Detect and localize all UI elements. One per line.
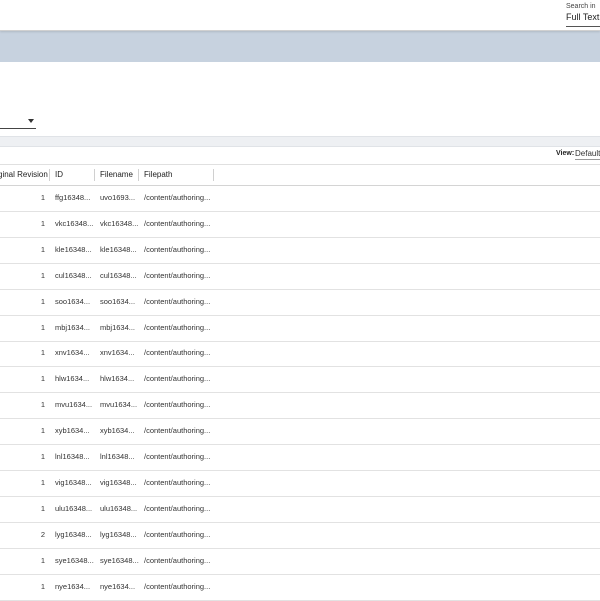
cell-filepath: /content/authoring...	[144, 374, 211, 384]
table-row[interactable]: 1 ffg16348... uvo1693... /content/authoring…	[0, 185, 600, 212]
cell-id: ffg16348...	[55, 193, 91, 202]
column-divider[interactable]	[94, 169, 95, 181]
table-row[interactable]: 1 kle16348... kle16348... /content/authorin…	[0, 237, 600, 264]
cell-revision: 1	[40, 426, 45, 436]
view-select[interactable]: Default	[575, 149, 600, 160]
cell-filename: kle16348...	[100, 244, 137, 254]
chevron-down-icon	[28, 119, 34, 123]
cell-revision: 1	[40, 452, 45, 461]
cell-filename: sye16348...	[100, 555, 139, 565]
cell-filename: vig16348...	[100, 477, 137, 487]
cell-revision: 1	[40, 477, 45, 487]
cell-id: kle16348...	[55, 244, 92, 254]
cell-filename: xyb1634...	[100, 426, 135, 436]
cell-filepath: /content/authoring...	[144, 270, 211, 280]
toolbar-band	[0, 136, 600, 147]
cell-revision: 1	[40, 244, 45, 254]
cell-revision: 1	[40, 581, 45, 591]
column-header-original-revision[interactable]: ginal Revision	[0, 165, 48, 185]
cell-id: vig16348...	[55, 477, 92, 487]
table-row[interactable]: 1 xnv1634... xnv1634... /content/authoring.…	[0, 340, 600, 368]
table-row[interactable]: 1 mbj1634... mbj1634... /content/authoring.…	[0, 315, 600, 342]
table-header: ginal Revision ID Filename Filepath	[0, 164, 600, 186]
cell-revision: 1	[40, 555, 45, 565]
cell-filename: mvu1634...	[100, 400, 138, 410]
column-header-id[interactable]: ID	[55, 165, 63, 185]
cell-id: sye16348...	[55, 555, 94, 565]
cell-revision: 1	[40, 348, 45, 358]
cell-revision: 1	[40, 270, 45, 280]
cell-filename: cul16348...	[100, 270, 137, 280]
cell-filepath: /content/authoring...	[144, 193, 211, 202]
cell-id: cul16348...	[55, 270, 92, 280]
cell-filepath: /content/authoring...	[144, 296, 211, 306]
cell-filename: lnl16348...	[100, 452, 135, 461]
cell-filepath: /content/authoring...	[144, 452, 211, 461]
cell-id: xyb1634...	[55, 426, 90, 436]
cell-id: nye1634...	[55, 581, 91, 591]
cell-revision: 1	[40, 503, 45, 513]
top-bar: Search in Full Text	[0, 0, 600, 31]
table-row[interactable]: 1 xyb1634... xyb1634... /content/authoring.…	[0, 418, 600, 446]
table-row[interactable]: 1 soo1634... soo1634... /content/authoring.…	[0, 289, 600, 316]
cell-id: lyg16348...	[55, 529, 92, 539]
table-row[interactable]: 1 ulu16348... ulu16348... /content/authorin…	[0, 496, 600, 523]
table-row[interactable]: 1 lnl16348... lnl16348... /content/authorin…	[0, 444, 600, 471]
cell-filepath: /content/authoring...	[144, 503, 211, 513]
cell-id: lnl16348...	[55, 452, 90, 461]
cell-id: vkc16348...	[55, 218, 94, 228]
cell-filepath: /content/authoring...	[144, 218, 211, 228]
cell-filepath: /content/authoring...	[144, 477, 211, 487]
cell-filename: soo1634...	[100, 296, 136, 306]
table-row[interactable]: 1 vig16348... vig16348... /content/authorin…	[0, 470, 600, 497]
cell-filepath: /content/authoring...	[144, 244, 211, 254]
cell-filename: lyg16348...	[100, 529, 137, 539]
search-in-select[interactable]: Full Text	[566, 12, 600, 27]
column-divider[interactable]	[138, 169, 139, 181]
cell-filename: hlw1634...	[100, 374, 135, 384]
cell-revision: 1	[40, 322, 45, 332]
cell-filename: nye1634...	[100, 581, 136, 591]
cell-filepath: /content/authoring...	[144, 555, 211, 565]
cell-id: mbj1634...	[55, 322, 91, 332]
cell-revision: 1	[40, 374, 45, 384]
cell-filepath: /content/authoring...	[144, 348, 211, 358]
column-divider[interactable]	[49, 169, 50, 181]
cell-revision: 1	[40, 218, 45, 228]
table-row[interactable]: 2 lyg16348... lyg16348... /content/authorin…	[0, 522, 600, 549]
table-row[interactable]: 1 vkc16348... vkc16348... /content/authorin…	[0, 211, 600, 238]
filter-dropdown[interactable]	[0, 116, 36, 129]
cell-id: mvu1634...	[55, 400, 93, 410]
cell-revision: 1	[40, 193, 45, 202]
cell-filepath: /content/authoring...	[144, 581, 211, 591]
column-header-filename[interactable]: Filename	[100, 165, 133, 185]
cell-filename: vkc16348...	[100, 218, 139, 228]
cell-revision: 1	[40, 296, 45, 306]
column-header-filepath[interactable]: Filepath	[144, 165, 172, 185]
cell-filename: xnv1634...	[100, 348, 135, 358]
cell-id: xnv1634...	[55, 348, 90, 358]
search-in-label: Search in	[566, 3, 596, 10]
table-row[interactable]: 1 mvu1634... mvu1634... /content/authoring.…	[0, 392, 600, 420]
cell-filename: uvo1693...	[100, 193, 136, 202]
cell-filepath: /content/authoring...	[144, 322, 211, 332]
table-row[interactable]: 1 hlw1634... hlw1634... /content/authoring.…	[0, 366, 600, 394]
cell-revision: 1	[40, 400, 45, 410]
cell-filename: mbj1634...	[100, 322, 136, 332]
cell-filepath: /content/authoring...	[144, 529, 211, 539]
table-row[interactable]: 1 sye16348... sye16348... /content/authorin…	[0, 548, 600, 575]
page-banner	[0, 31, 600, 62]
cell-revision: 2	[40, 529, 45, 539]
cell-filepath: /content/authoring...	[144, 400, 211, 410]
table-row[interactable]: 1 cul16348... cul16348... /content/authorin…	[0, 263, 600, 290]
column-divider[interactable]	[213, 169, 214, 181]
cell-id: ulu16348...	[55, 503, 93, 513]
cell-id: soo1634...	[55, 296, 91, 306]
view-label: View:	[556, 150, 575, 157]
cell-filename: ulu16348...	[100, 503, 138, 513]
cell-filepath: /content/authoring...	[144, 426, 211, 436]
cell-id: hlw1634...	[55, 374, 90, 384]
table-row[interactable]: 1 nye1634... nye1634... /content/authoring.…	[0, 574, 600, 601]
